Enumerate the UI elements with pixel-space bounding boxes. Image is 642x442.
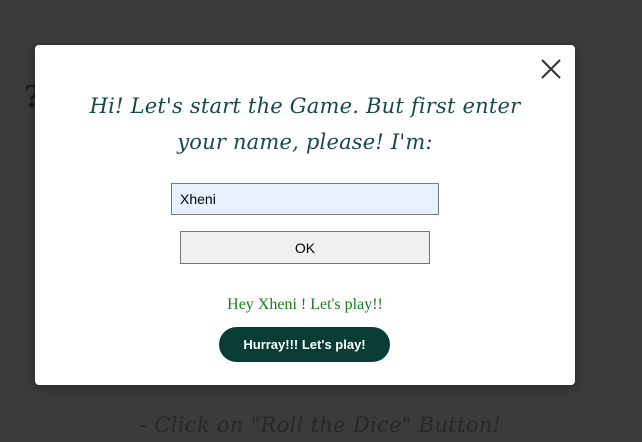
name-entry-modal: Hi! Let's start the Game. But first ente…: [35, 45, 575, 385]
greeting-message: Hey Xheni ! Let's play!!: [227, 296, 383, 313]
close-icon: [541, 59, 561, 79]
name-prompt: Hi! Let's start the Game. But first ente…: [89, 94, 521, 154]
close-button[interactable]: [540, 58, 562, 80]
ok-button[interactable]: OK: [180, 231, 430, 264]
lets-play-button[interactable]: Hurray!!! Let's play!: [219, 327, 390, 362]
name-input[interactable]: [171, 183, 439, 215]
background-instruction: - Click on "Roll the Dice" Button!: [140, 413, 502, 437]
